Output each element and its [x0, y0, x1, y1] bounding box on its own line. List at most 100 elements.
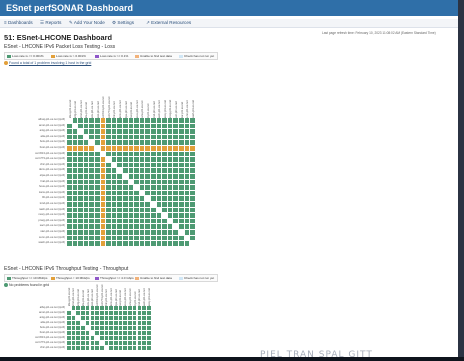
loss-grid-cell[interactable]	[167, 151, 173, 157]
loss-grid-cell[interactable]	[67, 224, 72, 229]
loss-grid-cell[interactable]	[100, 230, 106, 235]
loss-grid-cell[interactable]	[111, 202, 117, 207]
loss-grid-cell[interactable]	[111, 157, 117, 162]
loss-grid-cell[interactable]	[184, 123, 190, 129]
throughput-grid-cell[interactable]	[128, 331, 132, 335]
loss-grid-cell[interactable]	[72, 241, 78, 246]
loss-grid-cell[interactable]	[89, 196, 94, 201]
loss-grid-cell[interactable]	[173, 196, 178, 201]
loss-grid-cell[interactable]	[123, 151, 128, 157]
throughput-grid-cell[interactable]	[67, 306, 71, 310]
loss-grid-cell[interactable]	[190, 129, 195, 134]
loss-grid-cell[interactable]	[134, 213, 139, 218]
loss-grid-cell[interactable]	[100, 196, 106, 201]
nav-external-resources[interactable]: ↗ External Resources	[146, 20, 191, 26]
loss-grid-cell[interactable]	[100, 140, 106, 145]
loss-grid-cell[interactable]	[78, 157, 83, 162]
loss-grid-cell[interactable]	[145, 213, 150, 218]
loss-grid-cell[interactable]	[184, 202, 190, 207]
loss-grid-cell[interactable]	[173, 174, 178, 179]
loss-grid-cell[interactable]	[139, 118, 145, 123]
throughput-grid-cell[interactable]	[128, 321, 132, 325]
nav-reports[interactable]: ☰ Reports	[40, 20, 61, 26]
loss-grid-cell[interactable]	[72, 224, 78, 229]
loss-grid-cell[interactable]	[145, 241, 150, 246]
throughput-grid-cell[interactable]	[128, 316, 132, 320]
loss-grid-cell[interactable]	[78, 185, 83, 190]
loss-grid-cell[interactable]	[123, 207, 128, 213]
loss-grid-cell[interactable]	[173, 230, 178, 235]
loss-grid-cell[interactable]	[67, 202, 72, 207]
throughput-grid-cell[interactable]	[71, 336, 76, 340]
loss-grid-cell[interactable]	[173, 190, 178, 196]
loss-grid-cell[interactable]	[184, 118, 190, 123]
loss-grid-cell[interactable]	[190, 157, 195, 162]
loss-grid-cell[interactable]	[117, 118, 122, 123]
loss-grid-cell[interactable]	[134, 140, 139, 145]
loss-grid-cell[interactable]	[117, 168, 122, 173]
loss-grid-cell[interactable]	[128, 162, 134, 168]
loss-grid-cell[interactable]	[89, 190, 94, 196]
throughput-grid-cell[interactable]	[99, 341, 104, 345]
loss-grid-cell[interactable]	[139, 151, 145, 157]
loss-grid-cell[interactable]	[123, 146, 128, 151]
throughput-grid-cell[interactable]	[81, 341, 85, 345]
throughput-grid-cell[interactable]	[142, 306, 146, 310]
loss-grid-cell[interactable]	[184, 218, 190, 224]
loss-grid-cell[interactable]	[184, 140, 190, 145]
loss-grid-cell[interactable]	[89, 162, 94, 168]
loss-grid-cell[interactable]	[106, 146, 111, 151]
loss-grid-cell[interactable]	[83, 179, 89, 185]
throughput-grid-cell[interactable]	[142, 341, 146, 345]
loss-grid-cell[interactable]	[167, 224, 173, 229]
loss-grid-cell[interactable]	[83, 146, 89, 151]
throughput-grid-cell[interactable]	[81, 346, 85, 350]
loss-grid-cell[interactable]	[78, 162, 83, 168]
loss-grid-cell[interactable]	[134, 179, 139, 185]
loss-grid-cell[interactable]	[162, 118, 167, 123]
throughput-grid-cell[interactable]	[137, 341, 142, 345]
loss-grid-cell[interactable]	[184, 162, 190, 168]
loss-grid-cell[interactable]	[67, 218, 72, 224]
loss-grid-cell[interactable]	[100, 174, 106, 179]
loss-grid-cell[interactable]	[95, 151, 100, 157]
throughput-grid-cell[interactable]	[85, 316, 90, 320]
loss-grid-cell[interactable]	[123, 241, 128, 246]
loss-grid-cell[interactable]	[72, 129, 78, 134]
loss-grid-cell[interactable]	[179, 123, 184, 129]
loss-grid-cell[interactable]	[190, 202, 195, 207]
loss-grid-cell[interactable]	[72, 140, 78, 145]
loss-grid-cell[interactable]	[162, 174, 167, 179]
throughput-grid-cell[interactable]	[90, 336, 95, 340]
loss-grid-cell[interactable]	[95, 185, 100, 190]
loss-grid-cell[interactable]	[167, 168, 173, 173]
loss-grid-cell[interactable]	[173, 168, 178, 173]
loss-grid-cell[interactable]	[139, 134, 145, 140]
loss-grid-cell[interactable]	[72, 230, 78, 235]
loss-grid-cell[interactable]	[106, 190, 111, 196]
loss-grid-cell[interactable]	[139, 224, 145, 229]
loss-grid-cell[interactable]	[145, 174, 150, 179]
loss-grid-cell[interactable]	[123, 218, 128, 224]
loss-grid-cell[interactable]	[95, 202, 100, 207]
loss-grid-cell[interactable]	[134, 174, 139, 179]
throughput-grid-cell[interactable]	[67, 311, 71, 315]
loss-grid-cell[interactable]	[162, 179, 167, 185]
loss-grid-cell[interactable]	[179, 202, 184, 207]
loss-grid-cell[interactable]	[89, 157, 94, 162]
loss-grid-cell[interactable]	[156, 151, 162, 157]
loss-grid-cell[interactable]	[156, 162, 162, 168]
loss-grid-cell[interactable]	[134, 202, 139, 207]
loss-grid-cell[interactable]	[145, 224, 150, 229]
loss-grid-cell[interactable]	[184, 213, 190, 218]
loss-grid-cell[interactable]	[111, 213, 117, 218]
loss-grid-cell[interactable]	[100, 118, 106, 123]
throughput-grid-cell[interactable]	[104, 316, 109, 320]
loss-grid-cell[interactable]	[151, 224, 156, 229]
loss-grid-cell[interactable]	[184, 179, 190, 185]
throughput-grid-cell[interactable]	[90, 306, 95, 310]
throughput-grid-cell[interactable]	[114, 321, 118, 325]
throughput-grid-cell[interactable]	[99, 326, 104, 330]
loss-grid-cell[interactable]	[95, 146, 100, 151]
loss-grid-cell[interactable]	[139, 218, 145, 224]
